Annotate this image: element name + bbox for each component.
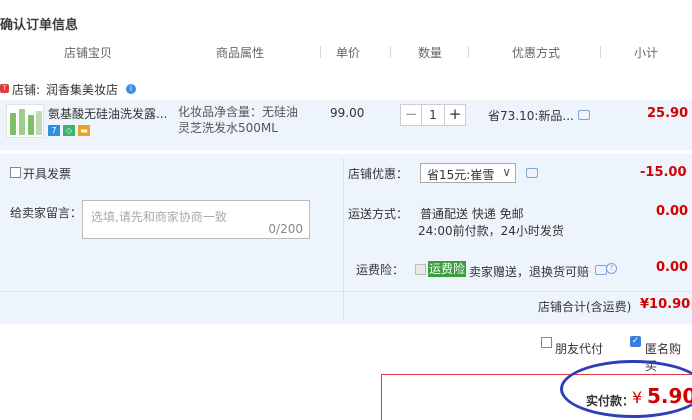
shipping-label: 运送方式：	[348, 207, 409, 221]
col-attribute: 商品属性	[216, 46, 265, 60]
service-card-icon: ▬	[78, 125, 90, 136]
item-subtotal: 25.90	[647, 106, 689, 121]
product-thumbnail[interactable]	[6, 104, 44, 138]
help-icon[interactable]: ?	[606, 263, 617, 274]
shop-discount-label: 店铺优惠：	[348, 167, 409, 181]
col-divider	[320, 46, 321, 58]
column-header: 店铺宝贝 商品属性 单价 数量 优惠方式 小计	[0, 40, 692, 62]
invoice-checkbox[interactable]	[10, 167, 21, 178]
shop-badge-icon: T	[0, 84, 9, 93]
increase-button[interactable]: +	[445, 105, 465, 125]
message-textarea[interactable]: 选填,请先和商家协商一致 0/200	[82, 200, 310, 239]
product-attributes: 化妆品净含量：无硅油 灵芝洗发水500ML	[178, 104, 298, 136]
product-title-link[interactable]: 氨基酸无硅油洗发露...	[48, 105, 167, 122]
invoice-label: 开具发票	[23, 167, 72, 181]
insurance-tag: 运费险	[428, 261, 467, 277]
attr-line: 化妆品净含量：无硅油	[178, 105, 299, 119]
insurance-checkbox[interactable]	[415, 264, 426, 275]
service-7day-icon: 7	[48, 125, 60, 136]
col-subtotal: 小计	[634, 46, 659, 60]
message-label: 给卖家留言：	[10, 206, 83, 220]
shipping-value: 0.00	[656, 204, 689, 219]
service-guarantee-icon: ◇	[63, 125, 75, 136]
col-divider	[390, 46, 391, 58]
col-quantity: 数量	[418, 46, 443, 60]
insurance-text: 卖家赠送，退换货可赔	[469, 265, 590, 279]
col-promo: 优惠方式	[512, 46, 561, 60]
friend-pay-checkbox[interactable]	[541, 337, 552, 348]
shop-total-label: 店铺合计(含运费)	[538, 300, 632, 314]
insurance-label: 运费险：	[356, 263, 405, 277]
attr-line: 灵芝洗发水500ML	[178, 121, 278, 135]
shop-discount-value: -15.00	[640, 165, 687, 180]
chevron-down-icon: ∨	[502, 165, 511, 179]
insurance-value: 0.00	[656, 260, 689, 275]
shop-label: 店铺:	[12, 83, 41, 97]
discount-info-icon[interactable]	[526, 168, 538, 178]
promo-detail-icon[interactable]	[578, 110, 590, 120]
shop-discount-select[interactable]: 省15元:崔雪 ∨	[420, 163, 516, 183]
shipping-note: 24:00前付款，24小时发货	[418, 224, 564, 238]
anonymous-checkbox[interactable]: ✓	[630, 336, 641, 347]
page-title: 确认订单信息	[0, 18, 79, 33]
shop-name-link[interactable]: 润香集美妆店	[46, 81, 118, 98]
unit-price: 99.00	[330, 106, 365, 120]
promo-text: 省73.10:新品...	[488, 109, 574, 123]
friend-pay-label: 朋友代付	[555, 342, 604, 356]
col-price: 单价	[336, 46, 361, 60]
col-product: 店铺宝贝	[64, 46, 113, 60]
shop-total-row: 店铺合计(含运费) ¥10.90	[0, 291, 692, 322]
quantity-input[interactable]: 1	[421, 105, 445, 125]
shipping-method: 普通配送 快递 免邮	[420, 207, 524, 221]
quantity-stepper: − 1 +	[400, 104, 466, 126]
decrease-button[interactable]: −	[401, 105, 421, 125]
message-placeholder: 选填,请先和商家协商一致	[91, 210, 227, 224]
wangwang-chat-icon[interactable]: i	[126, 84, 136, 94]
message-counter: 0/200	[268, 222, 303, 236]
shop-total-value: ¥10.90	[640, 297, 691, 312]
col-divider	[600, 46, 601, 58]
shop-discount-selected: 省15元:崔雪	[427, 168, 495, 182]
col-divider	[468, 46, 469, 58]
